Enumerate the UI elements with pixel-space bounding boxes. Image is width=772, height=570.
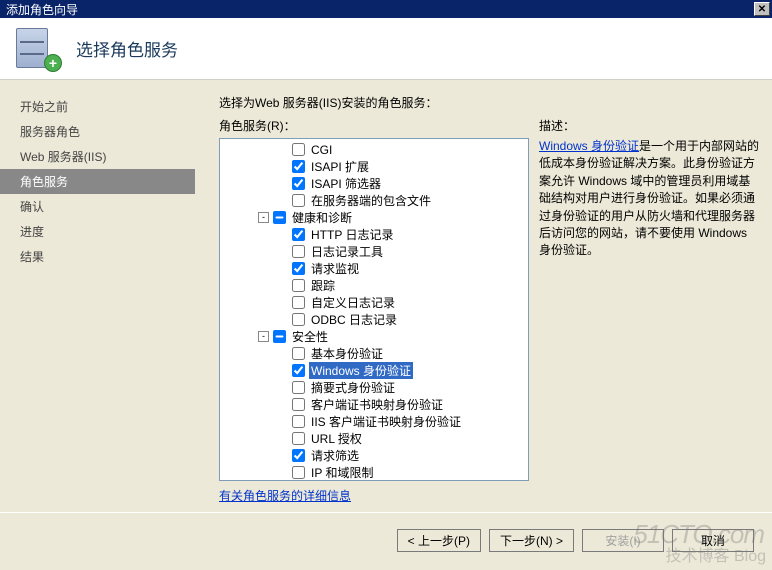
expand-toggle[interactable]: - — [258, 212, 269, 223]
prev-button[interactable]: < 上一步(P) — [397, 529, 481, 552]
tree-node[interactable]: - 安全性 — [220, 328, 528, 345]
tree-label: 角色服务(R)： — [219, 117, 529, 134]
tree-checkbox[interactable] — [292, 177, 305, 190]
tree-node[interactable]: Windows 身份验证 — [220, 362, 528, 379]
role-services-tree[interactable]: CGIISAPI 扩展ISAPI 筛选器在服务器端的包含文件 - 健康和诊断HTTP… — [219, 138, 529, 481]
tree-label[interactable]: 跟踪 — [309, 277, 337, 294]
tree-checkbox[interactable] — [292, 466, 305, 479]
tree-label[interactable]: 基本身份验证 — [309, 345, 385, 362]
nav-item[interactable]: 确认 — [0, 194, 195, 219]
tree-checkbox[interactable] — [292, 432, 305, 445]
tree-node[interactable]: CGI — [220, 141, 528, 158]
tree-checkbox[interactable] — [292, 296, 305, 309]
tree-checkbox[interactable] — [292, 279, 305, 292]
tree-checkbox[interactable] — [292, 449, 305, 462]
tree-node[interactable]: - 健康和诊断 — [220, 209, 528, 226]
tree-checkbox[interactable] — [292, 143, 305, 156]
tree-checkbox[interactable] — [292, 262, 305, 275]
tree-node[interactable]: 基本身份验证 — [220, 345, 528, 362]
tree-node[interactable]: 在服务器端的包含文件 — [220, 192, 528, 209]
title-bar: 添加角色向导 ✕ — [0, 0, 772, 18]
description-pane: 描述： Windows 身份验证是一个用于内部网站的低成本身份验证解决方案。此身… — [539, 117, 762, 504]
content-pane: 选择为Web 服务器(IIS)安装的角色服务： 角色服务(R)： CGIISAP… — [195, 80, 772, 512]
nav-item[interactable]: 开始之前 — [0, 94, 195, 119]
tree-label[interactable]: IP 和域限制 — [309, 464, 375, 481]
install-button: 安装(I) — [582, 529, 664, 552]
page-title: 选择角色服务 — [76, 36, 178, 61]
tree-label[interactable]: 摘要式身份验证 — [309, 379, 397, 396]
tree-label[interactable]: 在服务器端的包含文件 — [309, 192, 433, 209]
nav-item[interactable]: 角色服务 — [0, 169, 195, 194]
tree-node[interactable]: 请求筛选 — [220, 447, 528, 464]
nav-item[interactable]: 服务器角色 — [0, 119, 195, 144]
more-info-link[interactable]: 有关角色服务的详细信息 — [219, 487, 529, 504]
tree-node[interactable]: 跟踪 — [220, 277, 528, 294]
tree-label[interactable]: ISAPI 筛选器 — [309, 175, 383, 192]
tree-label[interactable]: URL 授权 — [309, 430, 364, 447]
wizard-nav: 开始之前服务器角色Web 服务器(IIS)角色服务确认进度结果 — [0, 80, 195, 512]
wizard-header: + 选择角色服务 — [0, 18, 772, 80]
tree-node[interactable]: ISAPI 筛选器 — [220, 175, 528, 192]
instruction-text: 选择为Web 服务器(IIS)安装的角色服务： — [219, 94, 762, 111]
tree-node[interactable]: 客户端证书映射身份验证 — [220, 396, 528, 413]
expand-toggle[interactable]: - — [258, 331, 269, 342]
tree-checkbox[interactable] — [292, 364, 305, 377]
wizard-footer: < 上一步(P) 下一步(N) > 安装(I) 取消 51CTO.com 技术博… — [0, 512, 772, 568]
tree-label[interactable]: 自定义日志记录 — [309, 294, 397, 311]
tree-node[interactable]: HTTP 日志记录 — [220, 226, 528, 243]
tree-node[interactable]: IIS 客户端证书映射身份验证 — [220, 413, 528, 430]
tree-label[interactable]: 请求筛选 — [309, 447, 361, 464]
tree-checkbox[interactable] — [292, 160, 305, 173]
tree-node[interactable]: ISAPI 扩展 — [220, 158, 528, 175]
tree-checkbox[interactable] — [292, 347, 305, 360]
tree-label[interactable]: ODBC 日志记录 — [309, 311, 399, 328]
description-text: Windows 身份验证是一个用于内部网站的低成本身份验证解决方案。此身份验证方… — [539, 138, 762, 260]
close-button[interactable]: ✕ — [754, 2, 770, 16]
nav-item[interactable]: 进度 — [0, 219, 195, 244]
tree-checkbox[interactable] — [273, 211, 286, 224]
tree-checkbox[interactable] — [292, 228, 305, 241]
tree-checkbox[interactable] — [292, 415, 305, 428]
tree-checkbox[interactable] — [292, 194, 305, 207]
tree-label[interactable]: 日志记录工具 — [309, 243, 385, 260]
tree-label[interactable]: HTTP 日志记录 — [309, 226, 395, 243]
description-label: 描述： — [539, 117, 762, 134]
tree-label[interactable]: ISAPI 扩展 — [309, 158, 371, 175]
next-button[interactable]: 下一步(N) > — [489, 529, 574, 552]
nav-item[interactable]: Web 服务器(IIS) — [0, 144, 195, 169]
tree-node[interactable]: 自定义日志记录 — [220, 294, 528, 311]
tree-node[interactable]: IP 和域限制 — [220, 464, 528, 481]
tree-node[interactable]: 摘要式身份验证 — [220, 379, 528, 396]
tree-label[interactable]: 客户端证书映射身份验证 — [309, 396, 445, 413]
tree-checkbox[interactable] — [273, 330, 286, 343]
description-link[interactable]: Windows 身份验证 — [539, 139, 639, 153]
tree-node[interactable]: URL 授权 — [220, 430, 528, 447]
tree-node[interactable]: 请求监视 — [220, 260, 528, 277]
tree-label[interactable]: IIS 客户端证书映射身份验证 — [309, 413, 463, 430]
tree-label[interactable]: Windows 身份验证 — [309, 362, 413, 379]
cancel-button[interactable]: 取消 — [672, 529, 754, 552]
window-title: 添加角色向导 — [6, 1, 78, 18]
nav-item[interactable]: 结果 — [0, 244, 195, 269]
tree-label[interactable]: 请求监视 — [309, 260, 361, 277]
tree-label[interactable]: 健康和诊断 — [290, 209, 354, 226]
tree-checkbox[interactable] — [292, 313, 305, 326]
tree-label[interactable]: 安全性 — [290, 328, 330, 345]
tree-checkbox[interactable] — [292, 398, 305, 411]
tree-node[interactable]: ODBC 日志记录 — [220, 311, 528, 328]
tree-label[interactable]: CGI — [309, 143, 334, 157]
tree-node[interactable]: 日志记录工具 — [220, 243, 528, 260]
tree-checkbox[interactable] — [292, 245, 305, 258]
server-icon: + — [16, 28, 58, 70]
tree-checkbox[interactable] — [292, 381, 305, 394]
